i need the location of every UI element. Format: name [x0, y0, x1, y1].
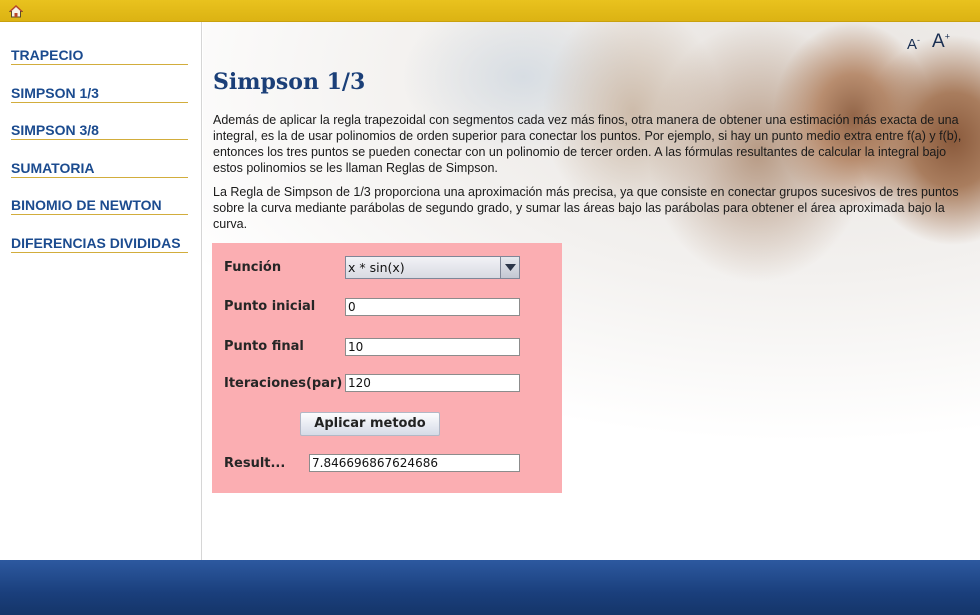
decrease-font-label: A — [907, 36, 918, 53]
iteraciones-label: Iteraciones(par) — [224, 376, 343, 391]
sidebar-item-sumatoria[interactable]: SUMATORIA — [11, 158, 188, 178]
sidebar-item-simpson-1-3[interactable]: SIMPSON 1/3 — [11, 83, 188, 103]
iteraciones-input[interactable]: 120 — [345, 374, 520, 392]
funcion-select[interactable]: x * sin(x) — [345, 256, 520, 279]
sidebar-item-trapecio[interactable]: TRAPECIO — [11, 45, 188, 65]
funcion-label: Función — [224, 260, 282, 275]
description-paragraph: La Regla de Simpson de 1/3 proporciona u… — [213, 185, 959, 231]
punto-final-label: Punto final — [224, 339, 304, 354]
punto-inicial-input[interactable]: 0 — [345, 298, 520, 316]
intro-paragraph: Además de aplicar la regla trapezoidal c… — [213, 113, 962, 175]
decrease-font-sup: - — [917, 35, 921, 45]
page-title: Simpson 1/3 — [213, 69, 366, 95]
increase-font-label: A — [932, 31, 945, 52]
sidebar-item-diferencias-divididas[interactable]: DIFERENCIAS DIVIDIDAS — [11, 233, 188, 253]
funcion-select-button[interactable] — [500, 257, 519, 278]
result-label: Result... — [224, 456, 286, 471]
funcion-select-value: x * sin(x) — [348, 260, 405, 275]
sidebar-item-label[interactable]: SIMPSON 3/8 — [11, 122, 99, 138]
sidebar: TRAPECIO SIMPSON 1/3 SIMPSON 3/8 SUMATOR… — [0, 22, 202, 560]
calculator-panel: Función x * sin(x) Punto inicial 0 Punto… — [212, 243, 562, 493]
sidebar-item-label[interactable]: DIFERENCIAS DIVIDIDAS — [11, 235, 181, 251]
home-icon[interactable] — [9, 5, 23, 18]
sidebar-item-label[interactable]: SIMPSON 1/3 — [11, 85, 99, 101]
punto-final-input[interactable]: 10 — [345, 338, 520, 356]
decrease-font-button[interactable]: A- — [907, 35, 920, 53]
aplicar-metodo-button[interactable]: Aplicar metodo — [300, 412, 440, 436]
sidebar-item-label[interactable]: TRAPECIO — [11, 47, 83, 63]
punto-inicial-label: Punto inicial — [224, 299, 316, 314]
sidebar-item-label[interactable]: BINOMIO DE NEWTON — [11, 197, 162, 213]
result-field[interactable]: 7.846696867624686 — [309, 454, 520, 472]
sidebar-item-binomio-de-newton[interactable]: BINOMIO DE NEWTON — [11, 195, 188, 215]
footer-bar — [0, 560, 980, 615]
top-bar — [0, 0, 980, 22]
sidebar-item-label[interactable]: SUMATORIA — [11, 160, 94, 176]
increase-font-sup: + — [944, 31, 950, 42]
chevron-down-icon — [505, 264, 516, 271]
increase-font-button[interactable]: A+ — [932, 31, 950, 53]
sidebar-item-simpson-3-8[interactable]: SIMPSON 3/8 — [11, 120, 188, 140]
main-content: A- A+ Simpson 1/3 Además de aplicar la r… — [203, 22, 980, 560]
